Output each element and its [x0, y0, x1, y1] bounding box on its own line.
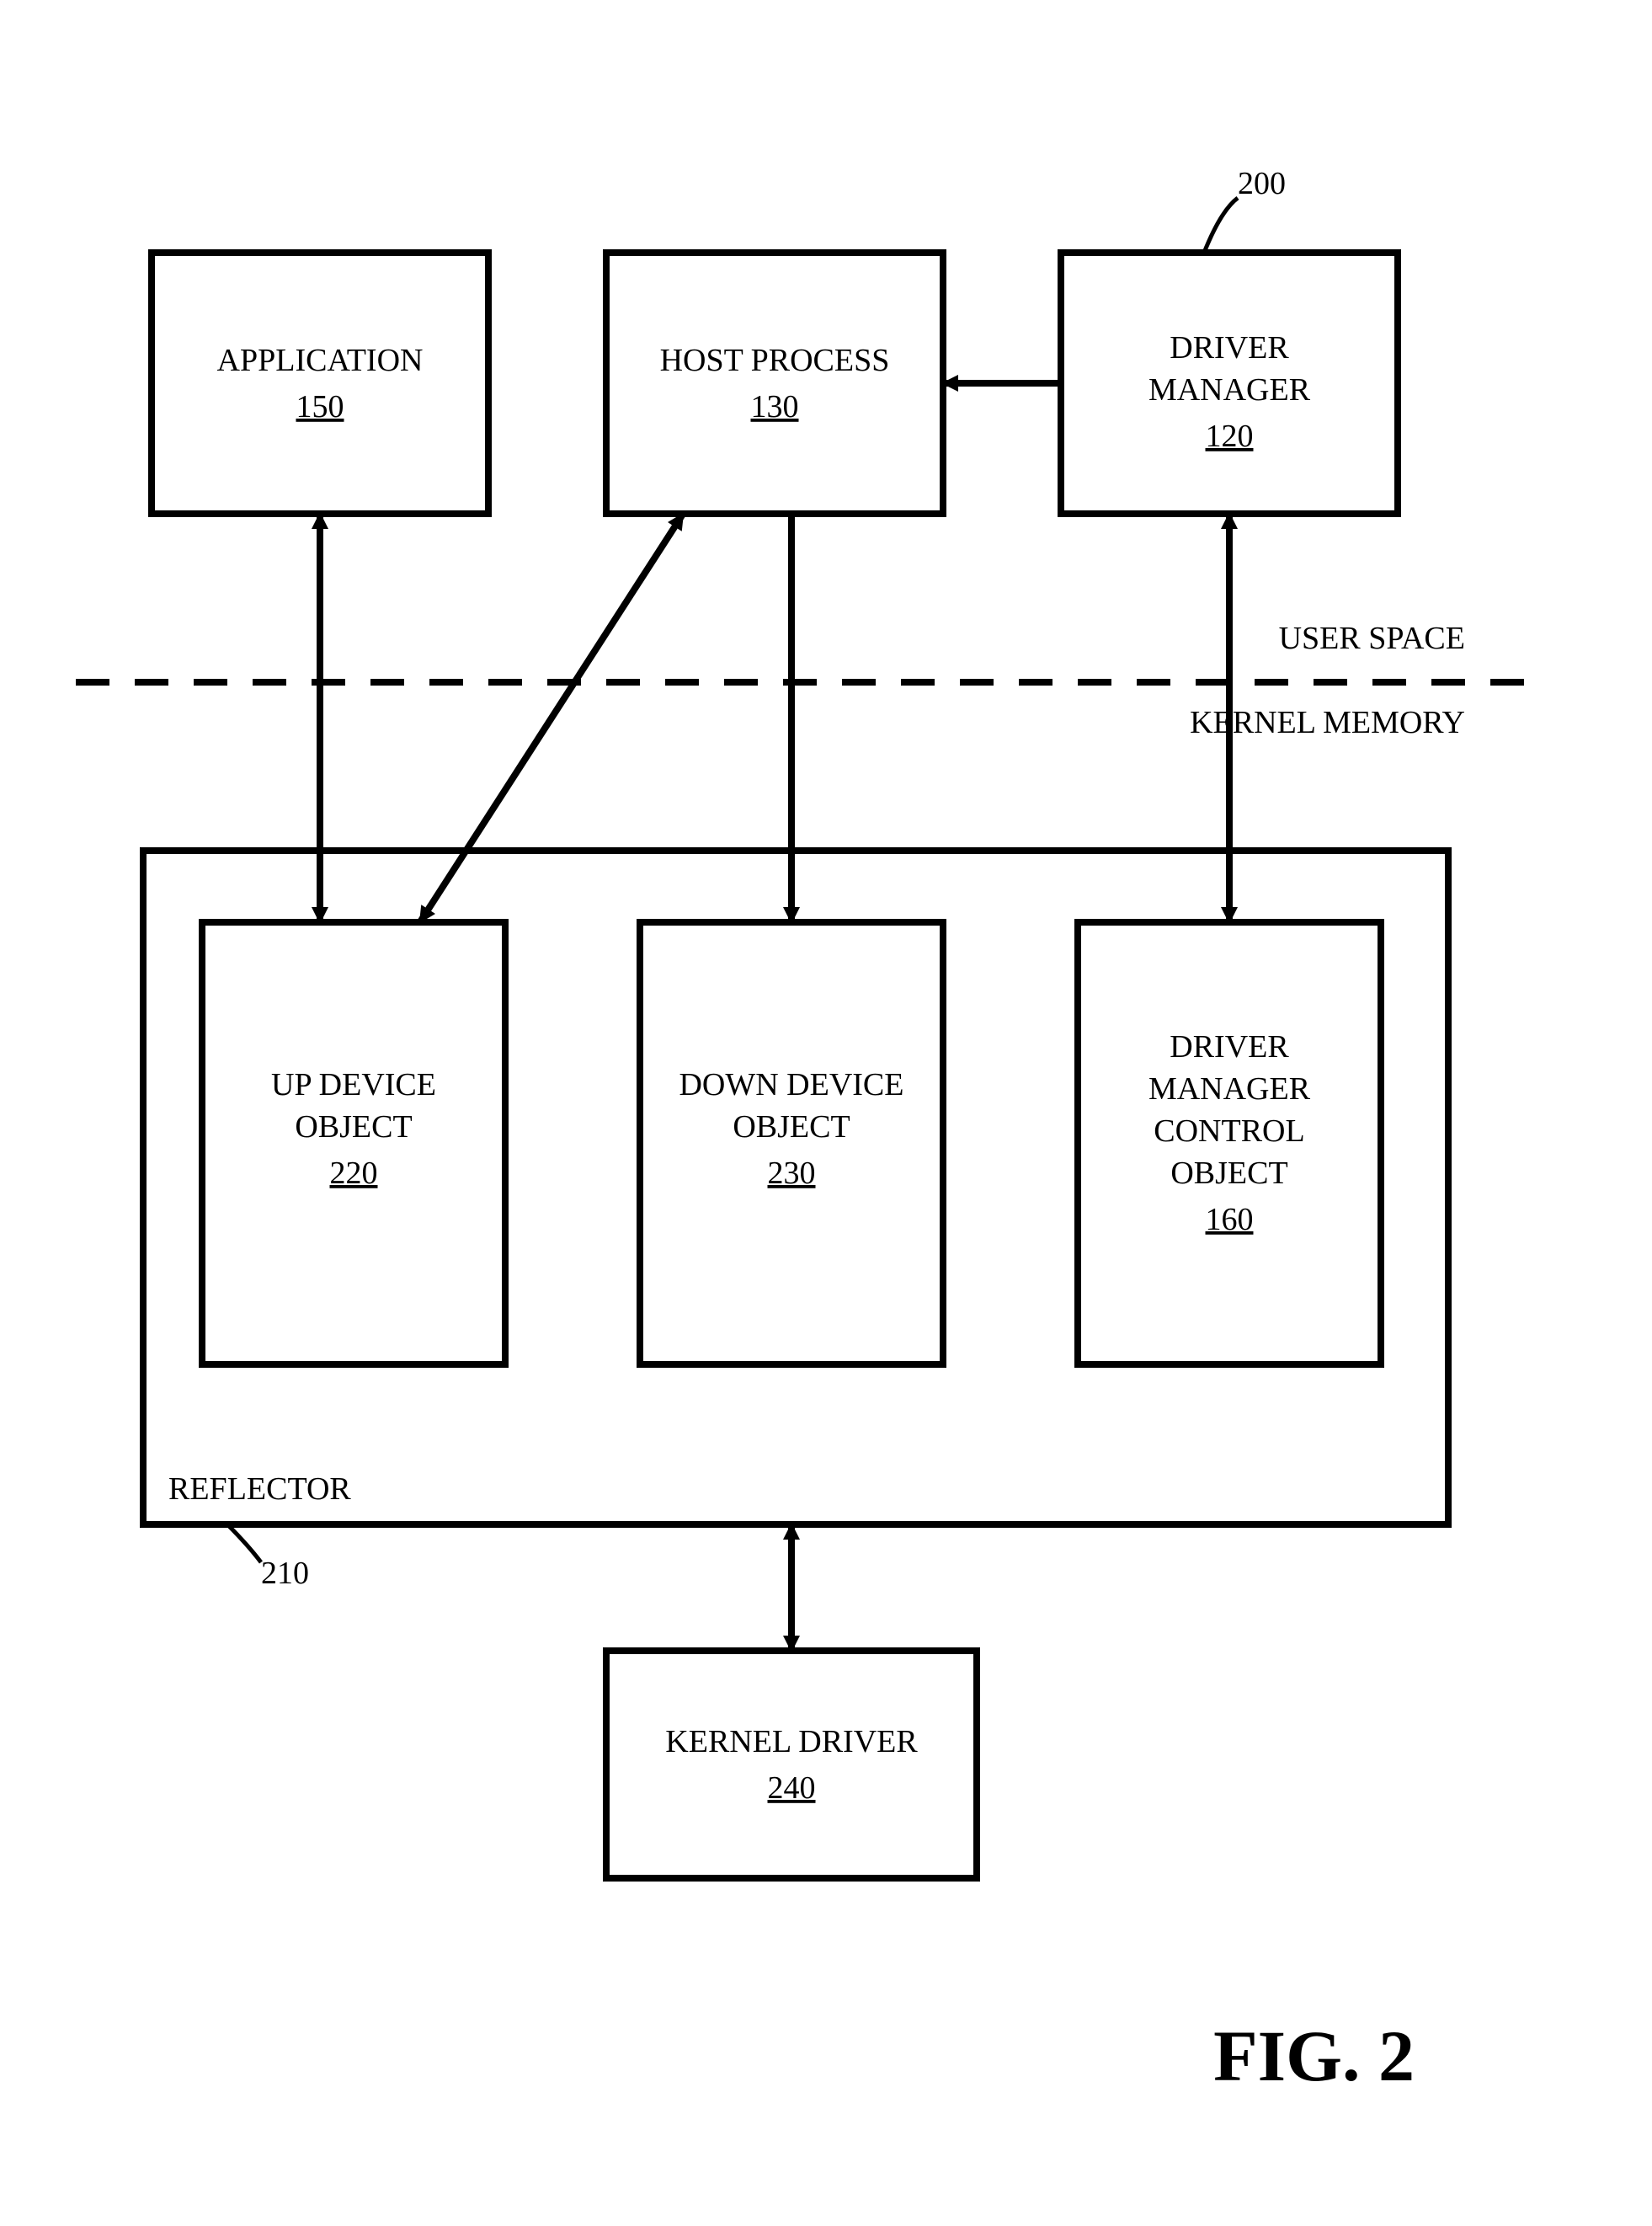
up-device-l1: UP DEVICE: [271, 1067, 436, 1102]
down-device-l2: OBJECT: [733, 1109, 850, 1145]
host-process-box: HOST PROCESS 130: [606, 253, 943, 514]
kernel-driver-box: KERNEL DRIVER 240: [606, 1651, 977, 1878]
reflector-ref: 210: [261, 1556, 309, 1591]
kernel-driver-ref: 240: [768, 1770, 816, 1806]
dmco-l2: MANAGER: [1148, 1071, 1311, 1107]
user-space-label: USER SPACE: [1279, 621, 1465, 656]
driver-manager-ref: 120: [1206, 419, 1254, 454]
driver-manager-l2: MANAGER: [1148, 372, 1311, 408]
dmco-ref: 160: [1206, 1202, 1254, 1237]
driver-manager-l1: DRIVER: [1170, 330, 1289, 366]
ref-marker-200: 200: [1204, 166, 1286, 253]
kernel-driver-title: KERNEL DRIVER: [665, 1724, 918, 1759]
driver-manager-box: DRIVER MANAGER 120: [1061, 253, 1398, 514]
figure-label: FIG. 2: [1213, 2015, 1415, 2096]
down-device-ref: 230: [768, 1156, 816, 1191]
arrow-host-updevice: [421, 515, 682, 921]
application-title: APPLICATION: [217, 343, 424, 378]
dmco-box: DRIVER MANAGER CONTROL OBJECT 160: [1078, 922, 1381, 1364]
dmco-l3: CONTROL: [1154, 1113, 1304, 1149]
host-process-ref: 130: [751, 389, 799, 424]
host-process-title: HOST PROCESS: [660, 343, 890, 378]
application-ref: 150: [296, 389, 344, 424]
up-device-l2: OBJECT: [295, 1109, 412, 1145]
dmco-l1: DRIVER: [1170, 1029, 1289, 1065]
reflector-title: REFLECTOR: [168, 1471, 351, 1507]
down-device-l1: DOWN DEVICE: [679, 1067, 903, 1102]
up-device-box: UP DEVICE OBJECT 220: [202, 922, 505, 1364]
ref-200-text: 200: [1238, 166, 1286, 201]
up-device-ref: 220: [330, 1156, 378, 1191]
dmco-l4: OBJECT: [1170, 1156, 1287, 1191]
application-box: APPLICATION 150: [152, 253, 488, 514]
down-device-box: DOWN DEVICE OBJECT 230: [640, 922, 943, 1364]
